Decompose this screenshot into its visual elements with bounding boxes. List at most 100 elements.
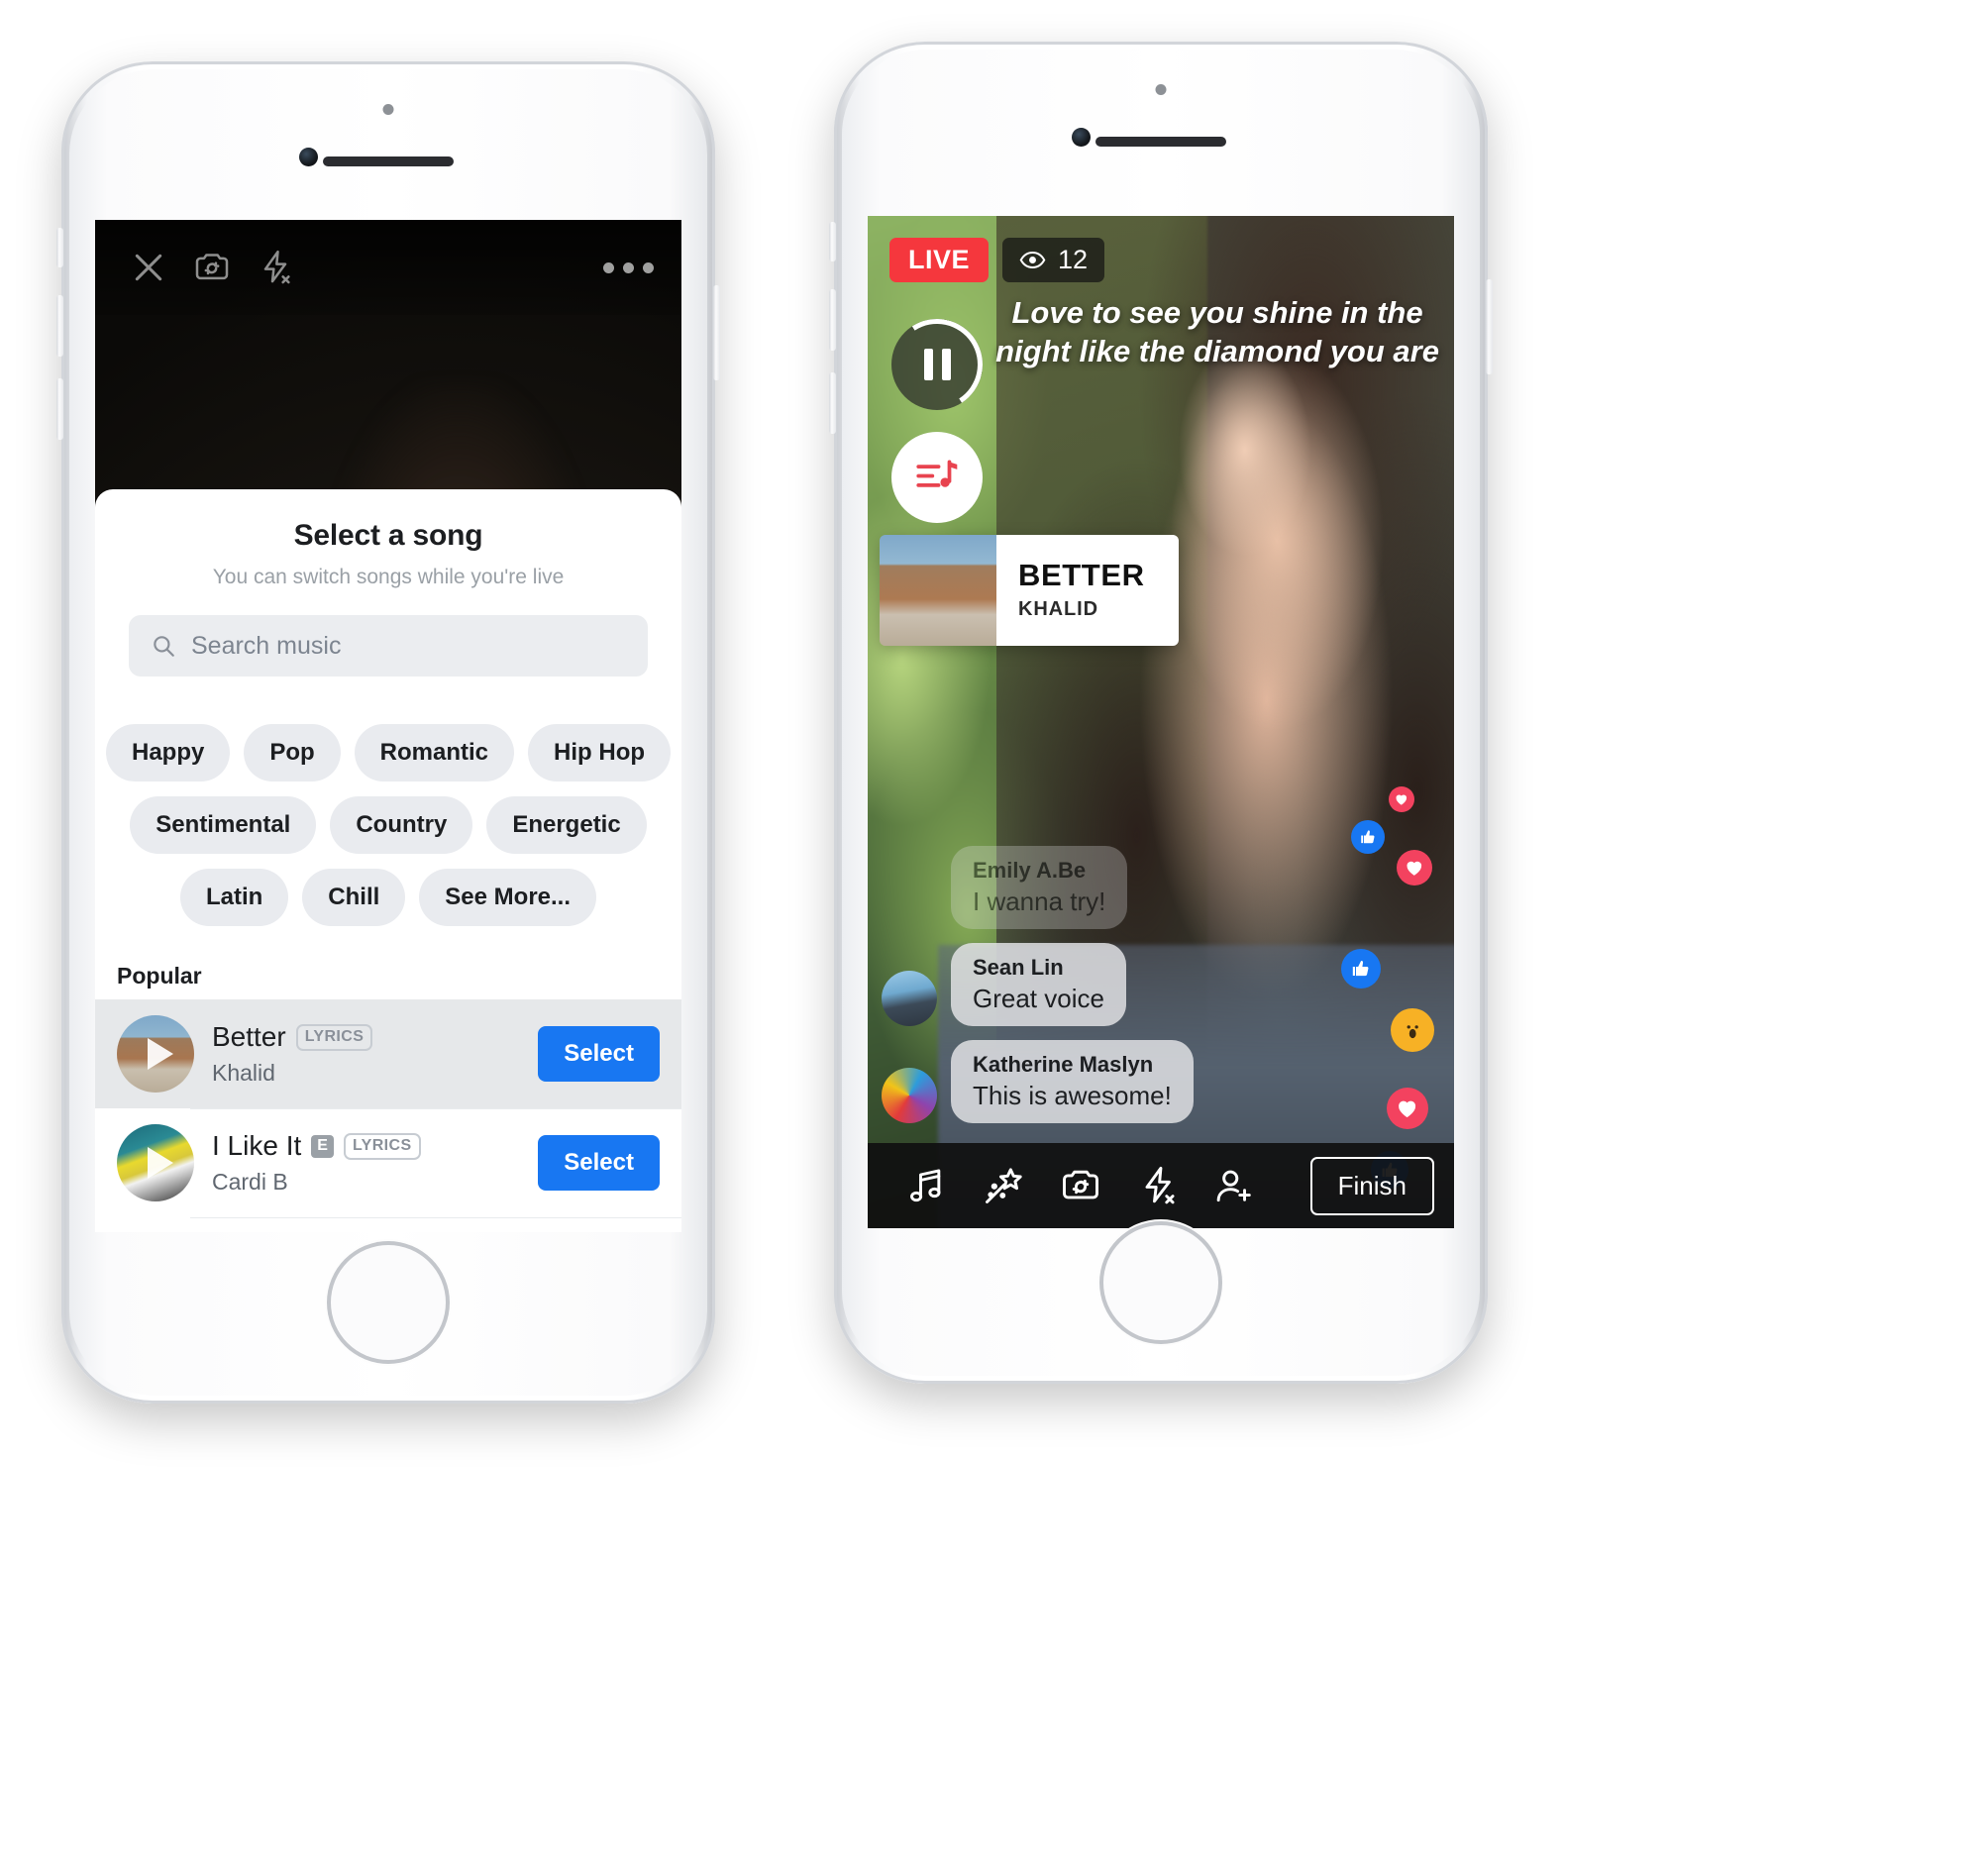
genre-chip-energetic[interactable]: Energetic bbox=[486, 796, 647, 854]
genre-chip-hiphop[interactable]: Hip Hop bbox=[528, 724, 672, 782]
genre-chip-chill[interactable]: Chill bbox=[302, 869, 406, 926]
select-button[interactable]: Select bbox=[538, 1026, 660, 1082]
power-button bbox=[713, 285, 720, 380]
left-phone-screen: Select a song You can switch songs while… bbox=[95, 220, 681, 1232]
live-status-bar: LIVE 12 bbox=[889, 238, 1105, 282]
finish-button[interactable]: Finish bbox=[1309, 1156, 1434, 1215]
front-camera bbox=[1072, 128, 1091, 147]
viewer-count-chip: 12 bbox=[1002, 238, 1105, 282]
select-button[interactable]: Select bbox=[538, 1135, 660, 1191]
genre-chip-see-more[interactable]: See More... bbox=[419, 869, 597, 926]
volume-up-button bbox=[56, 295, 63, 357]
phone-right-body: LIVE 12 Love to see you shine in the nig… bbox=[842, 50, 1480, 1376]
genre-chip-country[interactable]: Country bbox=[330, 796, 473, 854]
camera-flip-icon[interactable] bbox=[1042, 1156, 1119, 1215]
flash-off-icon[interactable] bbox=[244, 236, 307, 299]
sheet-subtitle: You can switch songs while you're live bbox=[212, 566, 565, 588]
now-playing-info: BETTER KHALID bbox=[996, 535, 1179, 646]
song-title: I Like It bbox=[212, 1130, 302, 1161]
page-title: Select a song bbox=[293, 519, 483, 552]
comment-bubble: Emily A.Be I wanna try! bbox=[951, 846, 1128, 929]
play-icon bbox=[148, 1038, 173, 1070]
genre-chip-row: Latin Chill See More... bbox=[129, 869, 648, 926]
lyrics-badge: LYRICS bbox=[295, 1023, 373, 1051]
now-playing-title: BETTER bbox=[1018, 558, 1145, 593]
song-title-line: Better LYRICS bbox=[212, 1021, 520, 1053]
comment-text: I wanna try! bbox=[973, 886, 1106, 916]
flash-off-icon[interactable] bbox=[1119, 1156, 1197, 1215]
music-lyrics-icon bbox=[916, 460, 958, 487]
genre-chip-row: Happy Pop Romantic Hip Hop bbox=[105, 724, 672, 782]
comment-text: This is awesome! bbox=[973, 1081, 1172, 1110]
comment-bubble: Sean Lin Great voice bbox=[951, 943, 1126, 1026]
screenshot-stage: Select a song You can switch songs while… bbox=[0, 0, 1981, 1876]
volume-down-button bbox=[56, 378, 63, 440]
album-cover bbox=[880, 535, 996, 646]
song-artist: Khalid bbox=[212, 1060, 275, 1086]
explicit-badge: E bbox=[311, 1134, 334, 1158]
comment-item: Sean Lin Great voice bbox=[882, 943, 1398, 1026]
avatar bbox=[882, 1068, 937, 1123]
comment-author: Katherine Maslyn bbox=[973, 1052, 1154, 1077]
genre-chip-row: Sentimental Country Energetic bbox=[129, 796, 648, 854]
avatar bbox=[882, 971, 937, 1026]
comment-item: Emily A.Be I wanna try! bbox=[951, 846, 1398, 929]
genre-chip-sentimental[interactable]: Sentimental bbox=[130, 796, 317, 854]
proximity-sensor bbox=[382, 104, 394, 115]
camera-top-bar bbox=[95, 220, 681, 315]
comment-text: Great voice bbox=[973, 984, 1104, 1013]
front-camera bbox=[299, 148, 318, 166]
home-button[interactable] bbox=[1103, 1225, 1218, 1340]
genre-chip-pop[interactable]: Pop bbox=[244, 724, 341, 782]
lyric-line-1: Love to see you shine in the bbox=[1011, 295, 1423, 330]
more-options-icon[interactable] bbox=[603, 261, 660, 273]
eye-icon bbox=[1019, 252, 1046, 268]
search-area: Search music bbox=[95, 589, 681, 677]
volume-down-button bbox=[829, 372, 836, 434]
comment-author: Emily A.Be bbox=[973, 858, 1087, 883]
song-row-i-like-it[interactable]: I Like It E LYRICS Cardi B Select bbox=[95, 1108, 681, 1217]
invite-friend-icon[interactable] bbox=[1197, 1156, 1274, 1215]
camera-flip-icon[interactable] bbox=[180, 236, 244, 299]
silent-switch bbox=[829, 222, 836, 261]
music-note-icon[interactable] bbox=[887, 1156, 965, 1215]
power-button bbox=[1486, 279, 1493, 374]
song-meta: I Like It E LYRICS Cardi B bbox=[212, 1130, 520, 1196]
reaction-love-icon bbox=[1389, 786, 1414, 812]
album-cover bbox=[117, 1124, 194, 1201]
comment-author: Sean Lin bbox=[973, 955, 1064, 980]
now-playing-card: BETTER KHALID bbox=[880, 535, 1179, 646]
phone-right: LIVE 12 Love to see you shine in the nig… bbox=[829, 42, 1493, 1384]
section-title-popular: Popular bbox=[117, 963, 202, 989]
song-title: Better bbox=[212, 1021, 286, 1052]
pause-button[interactable] bbox=[883, 310, 991, 419]
genre-chip-romantic[interactable]: Romantic bbox=[354, 724, 515, 782]
comment-list: Emily A.Be I wanna try! Sean Lin Great v… bbox=[882, 832, 1398, 1123]
select-song-sheet: Select a song You can switch songs while… bbox=[95, 489, 681, 1232]
song-list: Better LYRICS Khalid Select I Like It E … bbox=[95, 999, 681, 1232]
album-cover bbox=[117, 1015, 194, 1093]
song-row-better[interactable]: Better LYRICS Khalid Select bbox=[95, 999, 681, 1108]
lyric-line-2: night like the diamond you are bbox=[995, 334, 1439, 369]
comment-item: Katherine Maslyn This is awesome! bbox=[882, 1040, 1398, 1123]
home-button[interactable] bbox=[331, 1245, 446, 1360]
earpiece-speaker bbox=[1095, 137, 1226, 147]
phone-left: Select a song You can switch songs while… bbox=[56, 61, 720, 1404]
search-input[interactable]: Search music bbox=[129, 615, 648, 677]
search-icon bbox=[154, 636, 174, 657]
genre-chip-latin[interactable]: Latin bbox=[179, 869, 289, 926]
reaction-love-icon bbox=[1397, 850, 1432, 886]
lyrics-toggle-button[interactable] bbox=[891, 432, 983, 523]
status-badge-live: LIVE bbox=[889, 238, 990, 282]
song-title-line: I Like It E LYRICS bbox=[212, 1130, 520, 1162]
genre-chip-happy[interactable]: Happy bbox=[105, 724, 231, 782]
close-icon[interactable] bbox=[117, 236, 180, 299]
search-placeholder: Search music bbox=[191, 631, 342, 660]
song-row-thunder[interactable]: Thunder Imagine Dragons Select bbox=[95, 1217, 681, 1232]
play-icon bbox=[148, 1147, 173, 1179]
live-toolbar: Finish bbox=[868, 1143, 1454, 1228]
magic-wand-icon[interactable] bbox=[965, 1156, 1042, 1215]
song-artist: Cardi B bbox=[212, 1169, 288, 1195]
now-playing-artist: KHALID bbox=[1018, 597, 1098, 620]
phone-left-body: Select a song You can switch songs while… bbox=[69, 69, 707, 1396]
